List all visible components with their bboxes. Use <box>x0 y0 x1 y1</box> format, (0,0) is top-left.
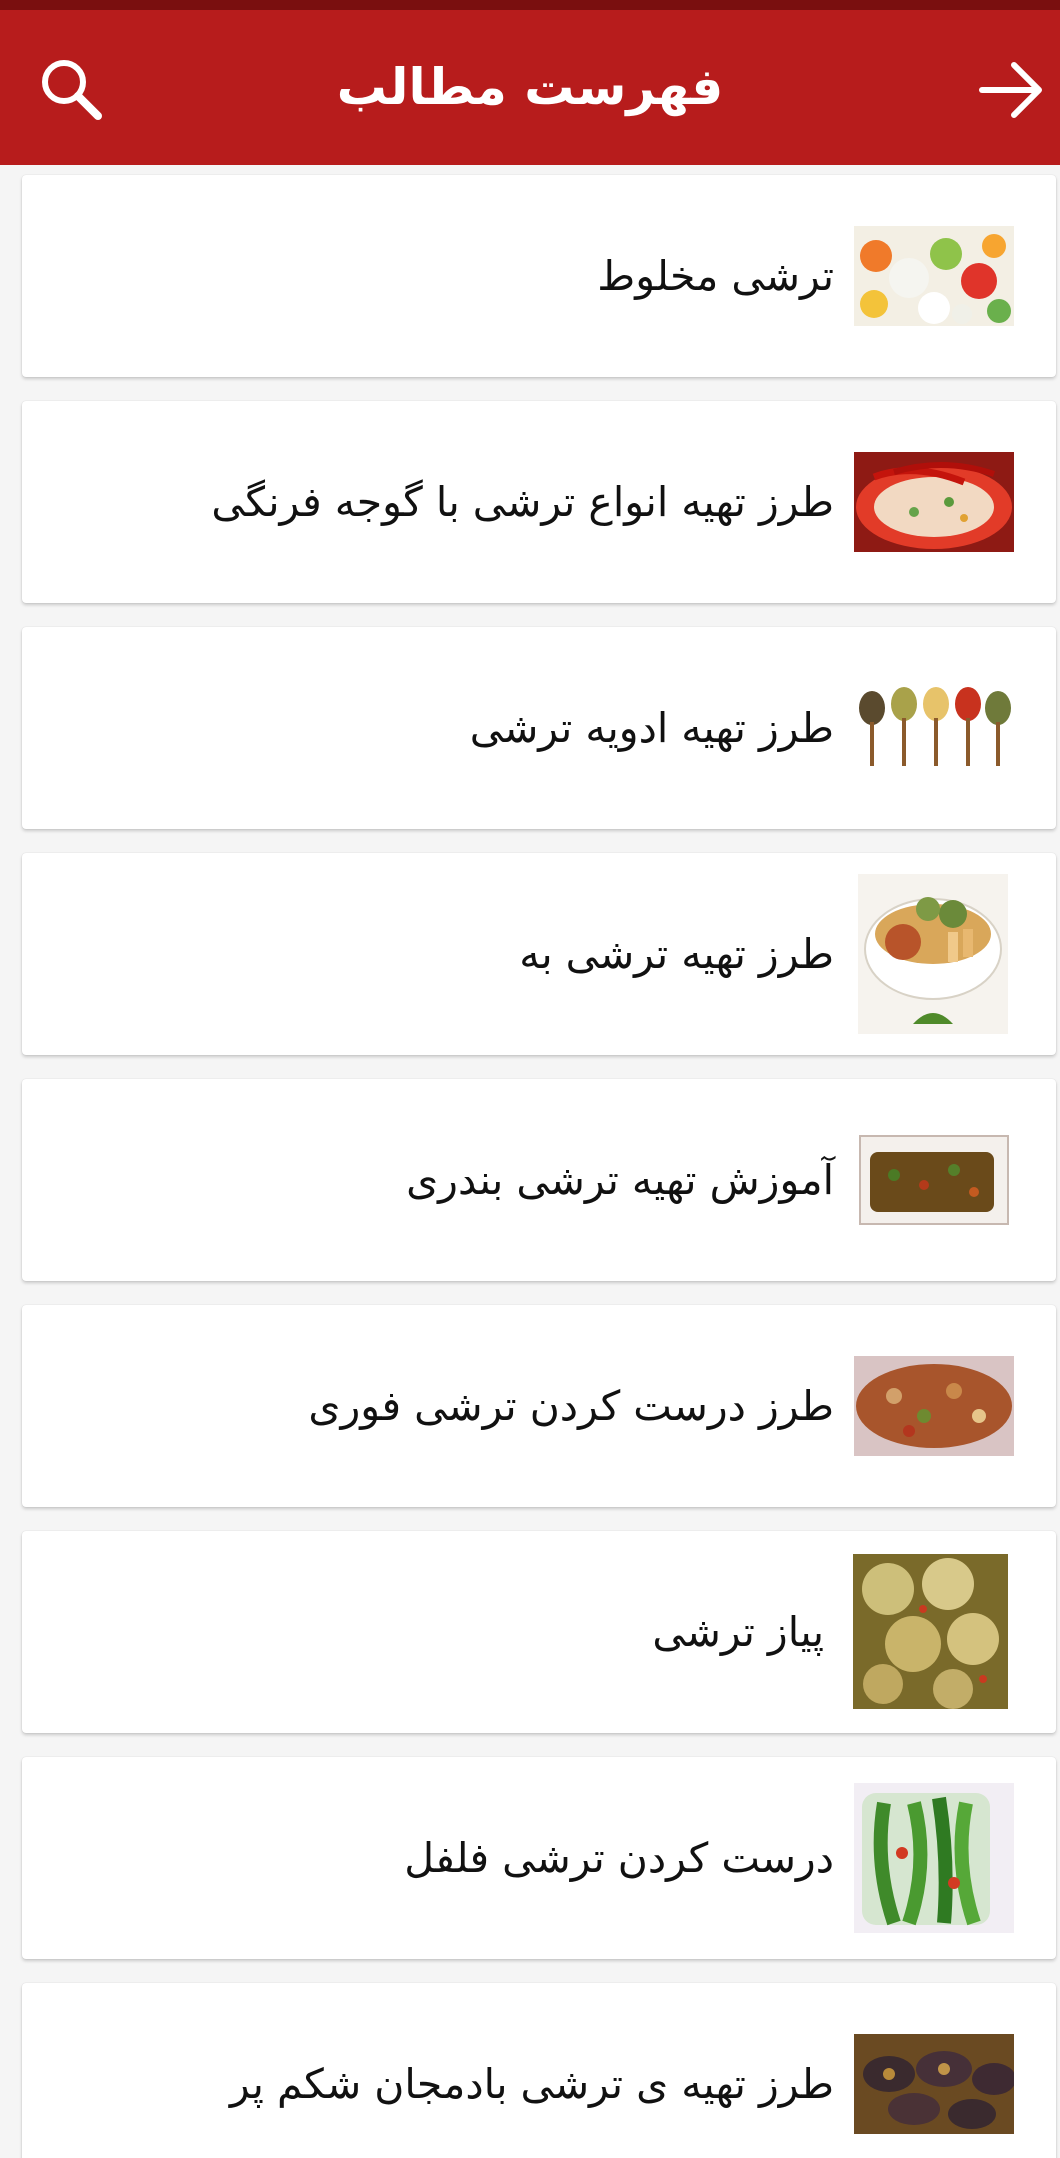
pepper-pickle-thumbnail <box>854 1783 1014 1933</box>
item-title: طرز تهیه ادویه ترشی <box>469 704 834 752</box>
app-bar: فهرست مطالب <box>0 10 1060 165</box>
tomato-pickle-thumbnail <box>854 452 1014 552</box>
item-title: آموزش تهیه ترشی بندری <box>406 1156 834 1204</box>
item-title: پیاز ترشی <box>652 1608 824 1656</box>
item-title: طرز تهیه ترشی به <box>519 930 834 978</box>
bandari-pickle-thumbnail <box>854 1130 1014 1230</box>
search-icon <box>42 60 102 120</box>
list-item[interactable]: پیاز ترشی <box>22 1531 1056 1733</box>
quince-pickle-thumbnail <box>858 874 1008 1034</box>
list-item[interactable]: طرز درست کردن ترشی فوری <box>22 1305 1056 1507</box>
list-item[interactable]: درست کردن ترشی فلفل <box>22 1757 1056 1959</box>
list-item[interactable]: طرز تهیه ی ترشی بادمجان شکم پر <box>22 1983 1056 2158</box>
list-item[interactable]: آموزش تهیه ترشی بندری <box>22 1079 1056 1281</box>
mixed-pickle-thumbnail <box>854 226 1014 326</box>
list-item[interactable]: طرز تهیه انواع ترشی با گوجه فرنگی <box>22 401 1056 603</box>
spices-spoons-thumbnail <box>854 678 1014 778</box>
list-item[interactable]: طرز تهیه ادویه ترشی <box>22 627 1056 829</box>
instant-pickle-thumbnail <box>854 1356 1014 1456</box>
item-title: طرز تهیه انواع ترشی با گوجه فرنگی <box>211 478 834 526</box>
stuffed-eggplant-pickle-thumbnail <box>854 2034 1014 2134</box>
item-title: طرز درست کردن ترشی فوری <box>308 1382 834 1430</box>
article-list: ترشی مخلوط طرز تهیه انواع ترشی با گوجه ف… <box>0 165 1060 2158</box>
pickled-onion-thumbnail <box>853 1554 1008 1709</box>
search-button[interactable] <box>36 55 106 125</box>
page-title: فهرست مطالب <box>336 58 724 116</box>
item-title: درست کردن ترشی فلفل <box>404 1834 834 1882</box>
list-item[interactable]: طرز تهیه ترشی به <box>22 853 1056 1055</box>
item-title: ترشی مخلوط <box>597 252 834 300</box>
back-button[interactable] <box>976 55 1046 125</box>
status-bar <box>0 0 1060 10</box>
item-title: طرز تهیه ی ترشی بادمجان شکم پر <box>229 2060 834 2108</box>
list-item[interactable]: ترشی مخلوط <box>22 175 1056 377</box>
arrow-right-icon <box>979 62 1042 118</box>
